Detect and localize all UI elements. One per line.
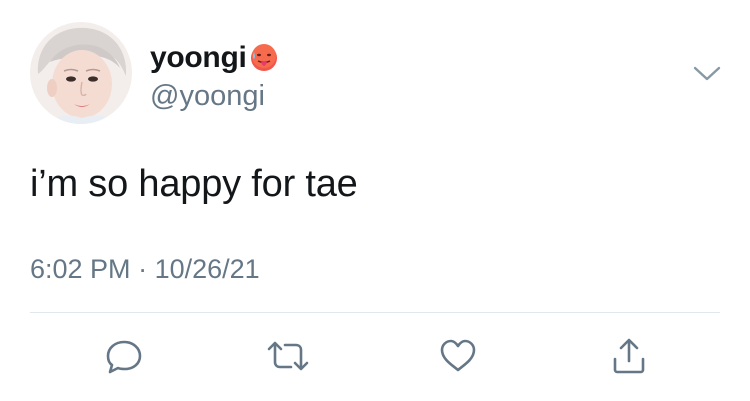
reply-button[interactable] [102, 336, 146, 376]
tweet-time[interactable]: 6:02 PM [30, 254, 131, 285]
heart-icon [440, 339, 476, 372]
display-name[interactable]: yoongi [150, 41, 247, 75]
reply-bubble-icon [106, 340, 142, 374]
share-icon [613, 338, 645, 374]
retweet-icon [267, 341, 309, 371]
tweet-card: yoongi @yoongi i’m so happy for tae 6:02… [0, 0, 750, 401]
avatar[interactable] [30, 22, 132, 124]
hot-face-emoji-icon [249, 43, 279, 73]
retweet-button[interactable] [266, 336, 310, 376]
share-button[interactable] [607, 336, 651, 376]
tweet-timestamp[interactable]: 6:02 PM · 10/26/21 [30, 254, 260, 285]
tweet-text: i’m so happy for tae [30, 163, 358, 205]
display-name-row[interactable]: yoongi [150, 40, 279, 76]
divider [30, 312, 720, 313]
tweet-date[interactable]: 10/26/21 [155, 254, 260, 285]
timestamp-separator: · [130, 254, 155, 284]
chevron-down-icon[interactable] [692, 62, 722, 84]
like-button[interactable] [436, 336, 480, 376]
avatar-image [30, 22, 132, 124]
user-handle[interactable]: @yoongi [150, 80, 265, 113]
